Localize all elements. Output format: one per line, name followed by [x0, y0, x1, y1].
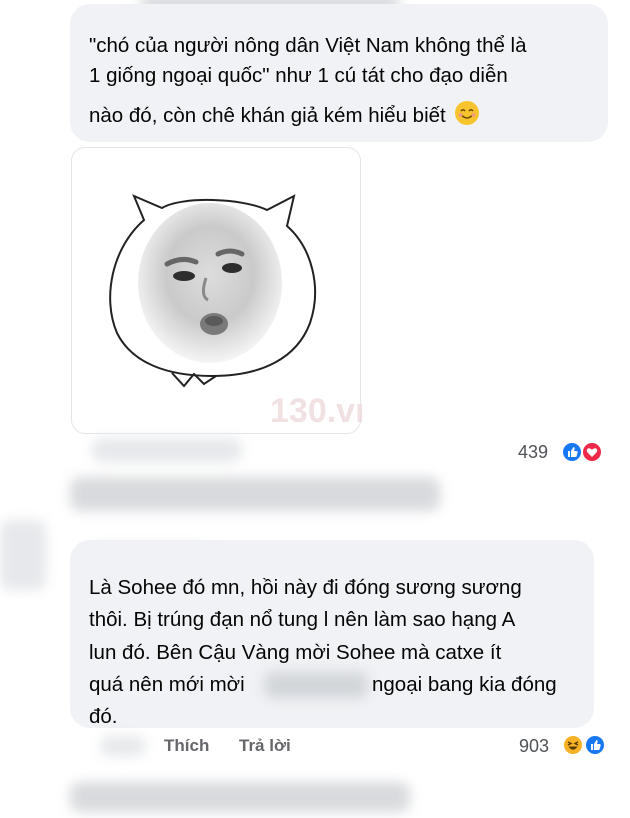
comment-line-text: nào đó, còn chê khán giả kém hiểu biết	[89, 104, 446, 127]
comment-line: đó.	[89, 705, 118, 728]
blurred-action-row	[92, 438, 242, 462]
cat-face-sticker-icon: 130.vn	[109, 194, 376, 430]
comment-line: Là Sohee đó mn, hồi này đi đóng sương sư…	[89, 576, 522, 599]
reaction-count[interactable]: 439	[518, 442, 548, 463]
smile-emoji-icon	[455, 101, 480, 125]
comment-line: thôi. Bị trúng đạn nổ tung l nên làm sao…	[89, 608, 516, 631]
like-icon	[584, 734, 606, 756]
sticker-image[interactable]: 130.vn	[71, 147, 376, 434]
blurred-avatar	[0, 520, 46, 590]
blurred-next-comment	[70, 782, 410, 812]
haha-icon	[562, 734, 584, 756]
reply-button[interactable]: Trả lời	[239, 736, 291, 756]
comment-line: lun đó. Bên Cậu Vàng mời Sohee mà catxe …	[89, 641, 502, 664]
like-button[interactable]: Thích	[164, 736, 209, 756]
comment-line: "chó của người nông dân Việt Nam không t…	[89, 34, 527, 57]
love-icon	[581, 441, 603, 463]
blurred-timestamp	[100, 736, 146, 756]
comment-line: ngoại bang kia đóng	[372, 673, 557, 696]
sticker-watermark: 130.vn	[270, 392, 362, 430]
comment-line: quá nên mới mời	[89, 673, 245, 696]
comment-line: 1 giống ngoại quốc" như 1 cú tát cho đạo…	[89, 64, 508, 87]
reaction-count[interactable]: 903	[519, 736, 549, 757]
blurred-name-redaction	[264, 672, 368, 698]
like-icon	[561, 441, 583, 463]
blurred-reply-row	[70, 477, 440, 511]
comment-line: nào đó, còn chê khán giả kém hiểu biết	[89, 101, 480, 131]
